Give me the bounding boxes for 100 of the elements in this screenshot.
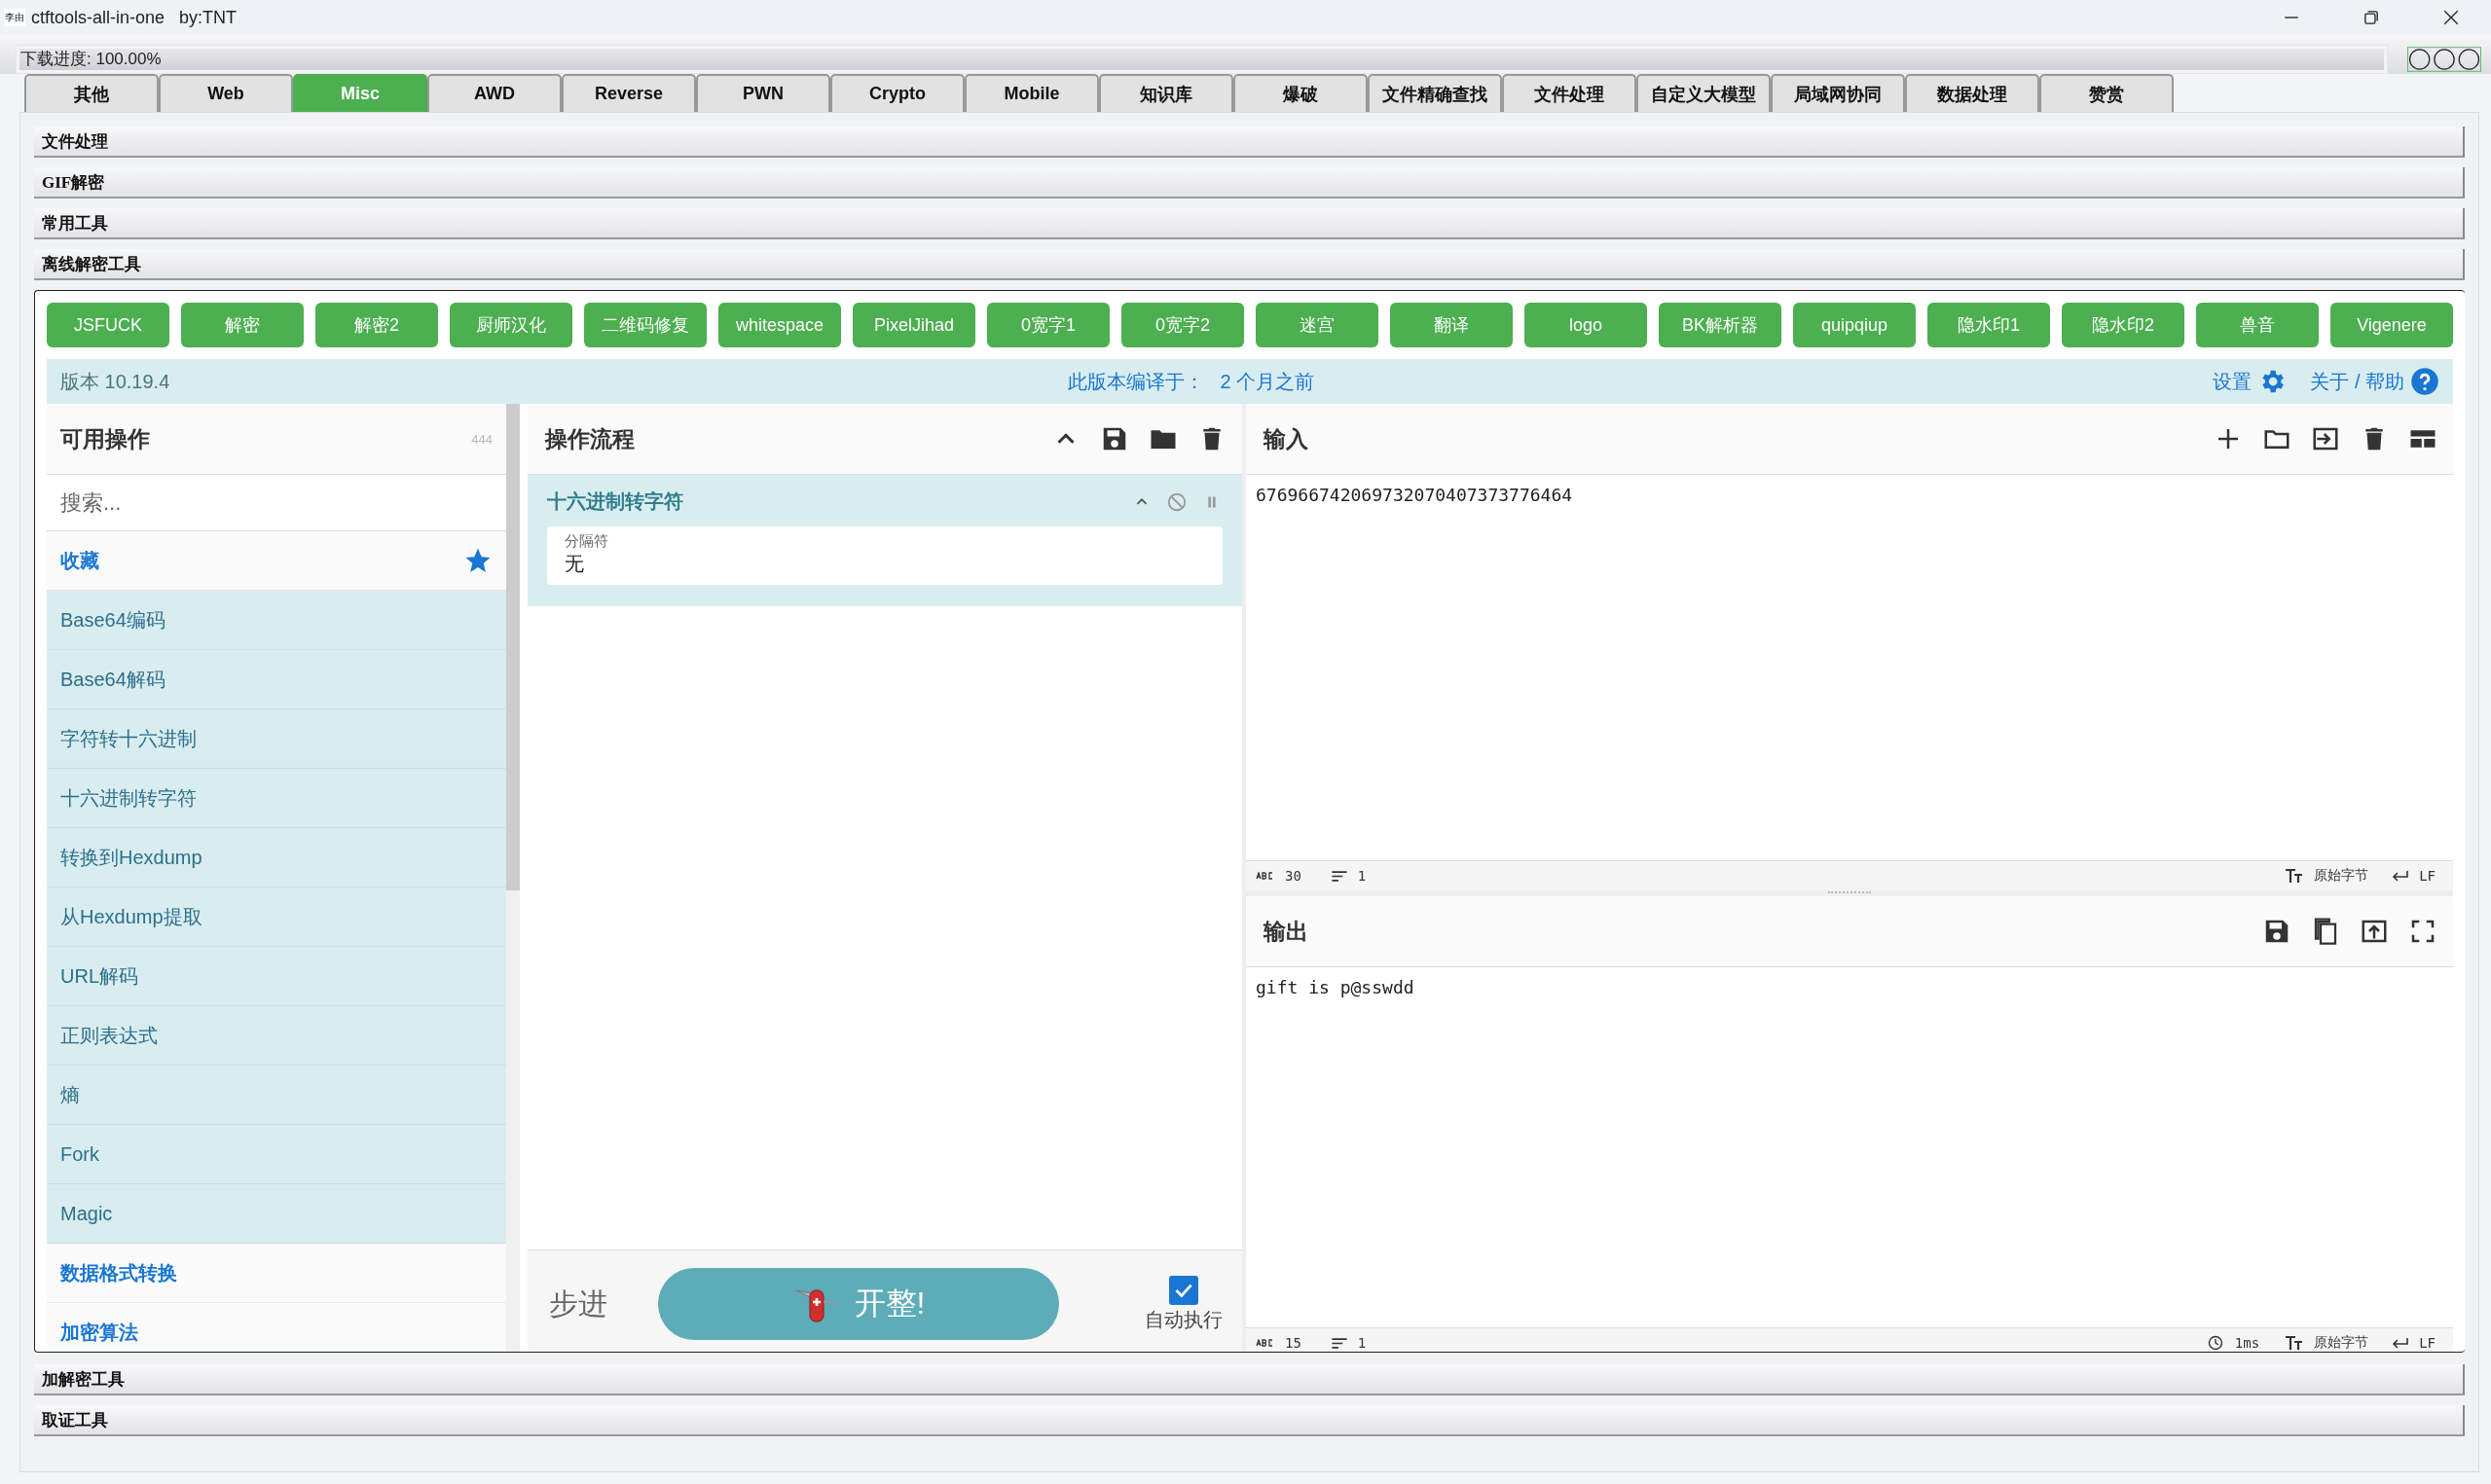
tab[interactable]: Misc: [293, 74, 427, 112]
category-name: 加密算法: [60, 1320, 138, 1345]
tool-button[interactable]: PixelJihad: [853, 303, 975, 347]
tool-button[interactable]: Vigenere: [2330, 303, 2453, 347]
tool-button[interactable]: 解密2: [315, 303, 438, 347]
tab[interactable]: AWD: [427, 74, 562, 112]
tab[interactable]: Reverse: [562, 74, 696, 112]
font-size-icon[interactable]: [2285, 1335, 2305, 1351]
operation-item[interactable]: URL解码: [47, 947, 506, 1006]
scrollbar-thumb[interactable]: [506, 404, 520, 890]
tool-button[interactable]: 隐水印1: [1927, 303, 2050, 347]
character-count: 30: [1285, 868, 1301, 884]
tool-button[interactable]: quipqiup: [1793, 303, 1916, 347]
tool-button[interactable]: 二维码修复: [584, 303, 707, 347]
font-size-icon[interactable]: [2285, 868, 2305, 884]
operation-item[interactable]: Base64解码: [47, 650, 506, 709]
encoding-label[interactable]: 原始字节: [2314, 1334, 2369, 1352]
return-arrow-icon[interactable]: [2392, 870, 2410, 882]
tab[interactable]: 知识库: [1099, 74, 1233, 112]
lines-icon: [1330, 869, 1348, 883]
operation-item[interactable]: Magic: [47, 1184, 506, 1244]
section-header[interactable]: 离线解密工具: [34, 249, 2465, 280]
window-title: ctftools-all-in-one by:TNT: [31, 7, 238, 28]
tool-button[interactable]: 0宽字1: [987, 303, 1110, 347]
about-help-link[interactable]: 关于 / 帮助: [2310, 368, 2404, 395]
tab[interactable]: 自定义大模型: [1636, 74, 1771, 112]
tool-button[interactable]: 0宽字2: [1121, 303, 1244, 347]
encoding-label[interactable]: 原始字节: [2314, 867, 2369, 885]
auto-bake-label: 自动执行: [1145, 1307, 1223, 1332]
operation-item[interactable]: 正则表达式: [47, 1006, 506, 1066]
download-status-text: 下载进度: 100.00%: [20, 49, 162, 70]
section-header[interactable]: GIF解密: [34, 167, 2465, 199]
bake-time: 1ms: [2234, 1335, 2260, 1351]
tool-button[interactable]: 解密: [181, 303, 304, 347]
tool-button[interactable]: BK解析器: [1659, 303, 1781, 347]
tab[interactable]: 局域网协同: [1771, 74, 1905, 112]
restore-icon[interactable]: [2363, 9, 2380, 26]
section-header[interactable]: 常用工具: [34, 208, 2465, 239]
output-text: gift is p@sswdd: [1255, 976, 1415, 999]
tab[interactable]: 赞赏: [2039, 74, 2174, 112]
tab[interactable]: Crypto: [830, 74, 965, 112]
version-text: 版本 10.19.4: [60, 369, 170, 394]
line-ending-label[interactable]: LF: [2419, 868, 2436, 884]
operation-item[interactable]: 字符转十六进制: [47, 709, 506, 769]
operation-item[interactable]: Base64编码: [47, 591, 506, 650]
category-name: 收藏: [60, 548, 99, 573]
argument-field[interactable]: 分隔符 无: [547, 526, 1223, 585]
close-icon[interactable]: [2442, 9, 2460, 26]
tab[interactable]: PWN: [696, 74, 830, 112]
tab[interactable]: Web: [159, 74, 293, 112]
characters-icon: [1256, 1339, 1275, 1347]
characters-icon: [1256, 872, 1275, 880]
operation-item[interactable]: 熵: [47, 1066, 506, 1125]
bake-button[interactable]: 开整!: [658, 1268, 1059, 1340]
app-icon: 李由: [4, 9, 25, 26]
operations-title: 可用操作: [60, 424, 150, 453]
tool-button[interactable]: 厨师汉化: [450, 303, 572, 347]
line-count: 1: [1357, 1335, 1367, 1351]
tool-button[interactable]: 兽音: [2196, 303, 2319, 347]
circle-buttons-icon[interactable]: [2407, 47, 2481, 72]
recipe-title: 操作流程: [545, 424, 635, 453]
build-age: 2 个月之前: [1220, 369, 1315, 394]
tab[interactable]: 文件精确查找: [1368, 74, 1502, 112]
settings-link[interactable]: 设置: [2213, 368, 2253, 395]
tab[interactable]: 数据处理: [1905, 74, 2039, 112]
section-header[interactable]: 文件处理: [34, 127, 2465, 158]
operation-item[interactable]: 从Hexdump提取: [47, 887, 506, 947]
input-text[interactable]: 676966742069732070407373776464: [1246, 475, 2453, 860]
output-title: 输出: [1264, 917, 1308, 946]
operation-item[interactable]: Fork: [47, 1125, 506, 1184]
tab[interactable]: 爆破: [1233, 74, 1368, 112]
line-ending-label[interactable]: LF: [2419, 1335, 2436, 1351]
tab[interactable]: 文件处理: [1502, 74, 1636, 112]
tab[interactable]: Mobile: [965, 74, 1099, 112]
line-count: 1: [1357, 868, 1367, 884]
lines-icon: [1330, 1336, 1348, 1350]
operation-item[interactable]: 转换到Hexdump: [47, 828, 506, 887]
category-name: 数据格式转换: [60, 1260, 177, 1285]
auto-bake-checkbox[interactable]: [1169, 1275, 1198, 1305]
search-field[interactable]: 搜索...: [47, 475, 506, 531]
tool-button[interactable]: JSFUCK: [47, 303, 169, 347]
argument-label: 分隔符: [565, 532, 609, 551]
tool-button[interactable]: 隐水印2: [2062, 303, 2184, 347]
tool-button[interactable]: logo: [1524, 303, 1647, 347]
operation-name: 十六进制转字符: [547, 489, 683, 514]
return-arrow-icon[interactable]: [2392, 1337, 2410, 1349]
help-icon[interactable]: [2410, 367, 2439, 396]
tool-button[interactable]: whitespace: [718, 303, 841, 347]
argument-value: 无: [565, 552, 585, 576]
operations-count: 444: [471, 431, 493, 447]
operation-item[interactable]: 十六进制转字符: [47, 769, 506, 828]
section-header[interactable]: 加解密工具: [34, 1364, 2465, 1395]
section-header[interactable]: 取证工具: [34, 1405, 2465, 1436]
step-button[interactable]: 步进: [549, 1284, 646, 1324]
tool-button[interactable]: 迷宫: [1256, 303, 1378, 347]
tab[interactable]: 其他: [24, 74, 159, 112]
input-title: 输入: [1264, 424, 1308, 453]
tool-button[interactable]: 翻译: [1390, 303, 1513, 347]
build-label: 此版本编译于：: [1068, 369, 1205, 394]
character-count: 15: [1285, 1335, 1301, 1351]
